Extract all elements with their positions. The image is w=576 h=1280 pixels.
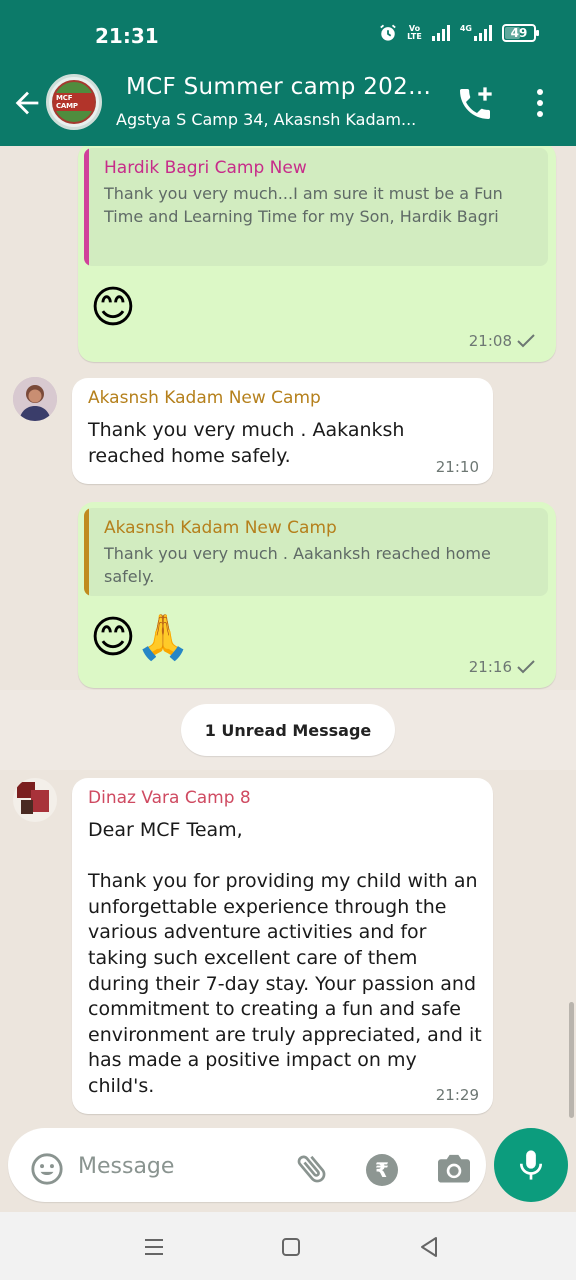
quoted-sender: Hardik Bagri Camp New [104,158,307,178]
battery-icon: 49 [502,24,539,42]
avatar[interactable] [13,778,57,822]
attach-icon[interactable] [294,1150,330,1186]
message-time-text: 21:08 [468,332,512,350]
nav-home-icon[interactable] [278,1234,304,1260]
system-nav-bar [0,1212,576,1280]
signal-icon [474,25,492,41]
message-bubble-outgoing[interactable]: Hardik Bagri Camp New Thank you very muc… [78,146,556,362]
quoted-message[interactable]: Akasnsh Kadam New Camp Thank you very mu… [84,508,548,596]
rupee-icon[interactable]: ₹ [366,1154,398,1186]
composer-bar: ₹ [0,1120,576,1212]
more-vert-icon[interactable] [528,86,552,120]
emoji-icon[interactable] [30,1152,64,1186]
battery-level: 49 [510,26,528,40]
camera-icon[interactable] [436,1152,472,1184]
avatar-logo-text: MCF CAMP [54,93,94,111]
message-time: 21:29 [436,1086,479,1104]
chat-area[interactable]: Hardik Bagri Camp New Thank you very muc… [0,146,576,1120]
message-sender[interactable]: Dinaz Vara Camp 8 [88,788,251,808]
avatar-logo-ring: MCF CAMP [52,80,96,124]
status-bar: 21:31 Vo LTE 4G 49 [0,0,576,70]
quoted-text: Thank you very much...I am sure it must … [104,184,503,226]
message-sender[interactable]: Akasnsh Kadam New Camp [88,388,321,408]
status-icons: Vo LTE 4G 49 [379,24,539,42]
quoted-message[interactable]: Hardik Bagri Camp New Thank you very muc… [84,148,548,266]
message-input[interactable] [78,1146,278,1186]
network-type-label: 4G [459,24,472,33]
person-avatar-image [13,778,57,822]
emoji-message: 😊🙏 [90,612,191,663]
message-composer: ₹ [8,1128,486,1202]
message-text: Dear MCF Team, Thank you for providing m… [88,819,482,1097]
message-time: 21:10 [436,458,479,476]
message-bubble-incoming[interactable]: Dinaz Vara Camp 8 Dear MCF Team, Thank y… [72,778,493,1114]
message-time-text: 21:16 [468,658,512,676]
alarm-icon [380,24,396,41]
signal-icon [431,25,450,41]
back-arrow-icon[interactable] [10,86,44,120]
group-avatar[interactable]: MCF CAMP [46,74,102,130]
add-call-icon[interactable] [455,84,495,124]
status-time: 21:31 [95,24,159,48]
chat-title[interactable]: MCF Summer camp 2023... [126,74,440,100]
chat-header: 21:31 Vo LTE 4G 49 MCF CAMP MCF Summer c… [0,0,576,146]
read-check-icon [517,660,535,674]
emoji-message: 😊 [90,282,136,333]
read-check-icon [517,334,535,348]
message-bubble-incoming[interactable]: Akasnsh Kadam New Camp Thank you very mu… [72,378,493,484]
message-text: Thank you very much . Aakanksh reached h… [88,419,411,467]
message-time-text: 21:29 [435,1086,479,1104]
mic-icon [519,1150,543,1180]
mic-button[interactable] [494,1128,568,1202]
quoted-text: Thank you very much . Aakanksh reached h… [104,544,491,586]
message-time: 21:16 [469,658,536,676]
volte-indicator: Vo LTE [407,25,422,41]
lte-label: LTE [407,32,422,41]
unread-messages-divider: 1 Unread Message [181,704,395,756]
network-indicator: 4G [460,25,492,41]
message-time-text: 21:10 [435,458,479,476]
message-time: 21:08 [469,332,536,350]
nav-recents-icon[interactable] [141,1234,167,1260]
avatar[interactable] [13,377,57,421]
scrollbar[interactable] [569,1002,574,1118]
chat-subtitle[interactable]: Agstya S Camp 34, Akasnsh Kadam... [116,110,434,129]
person-avatar-image [13,377,57,421]
nav-back-icon[interactable] [416,1234,442,1260]
quoted-sender: Akasnsh Kadam New Camp [104,518,337,538]
message-bubble-outgoing[interactable]: Akasnsh Kadam New Camp Thank you very mu… [78,502,556,688]
